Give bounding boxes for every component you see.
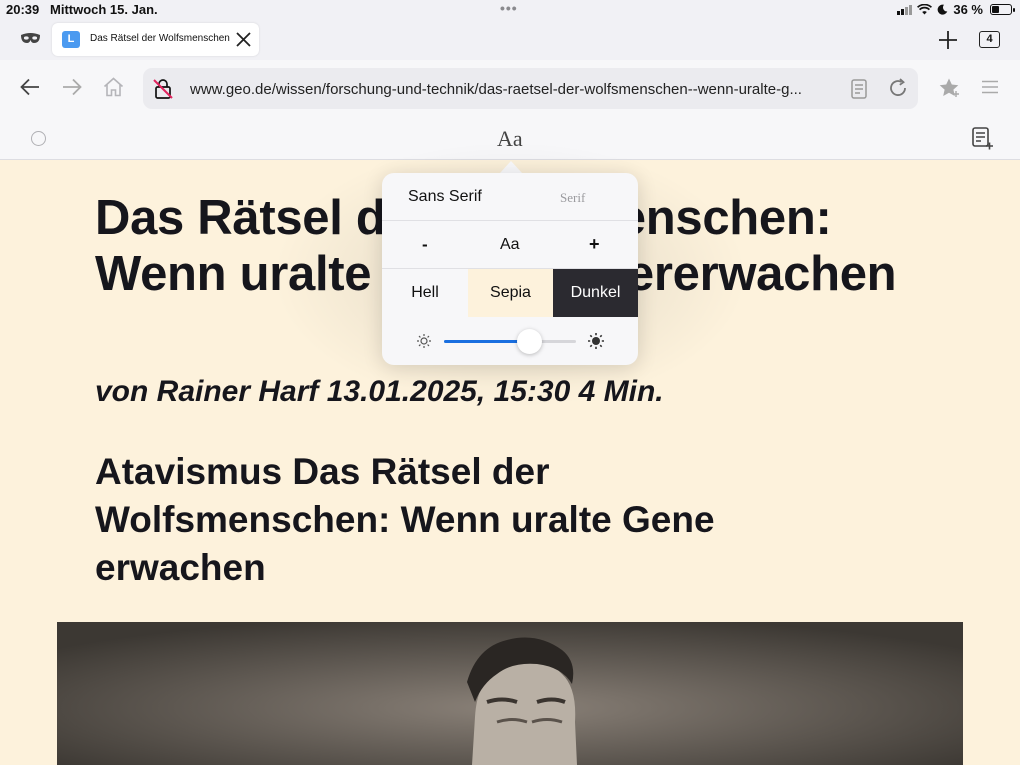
brightness-low-icon [417,334,431,348]
article-byline: von Rainer Harf 13.01.2025, 15:30 4 Min. [95,375,664,408]
text-settings-popover: Sans Serif Serif - Aa + Hell Sepia Dunke… [382,173,638,365]
reader-circle-icon[interactable] [31,131,46,146]
status-date: Mittwoch 15. Jan. [50,2,158,17]
brightness-slider-thumb[interactable] [517,329,543,354]
multitasking-dots-icon[interactable]: ••• [500,0,518,16]
reader-view-icon[interactable] [851,79,867,99]
home-icon[interactable] [103,77,124,97]
decrease-font-size-button[interactable]: - [422,235,428,255]
brightness-row [382,317,638,365]
tab-title: Das Rätsel der Wolfsmenschen [90,33,230,44]
article-photo [57,622,963,765]
reload-icon[interactable] [888,78,908,98]
menu-icon[interactable] [981,80,999,94]
tab-favicon: L [62,31,80,48]
brightness-high-icon [588,333,604,349]
url-field[interactable]: www.geo.de/wissen/forschung-und-technik/… [143,68,918,109]
font-serif-option[interactable]: Serif [560,190,585,206]
active-tab[interactable]: L Das Rätsel der Wolfsmenschen [52,23,259,56]
portrait-figure [57,622,963,765]
battery-percent: 36 % [953,2,983,17]
navigation-bar: www.geo.de/wissen/forschung-und-technik/… [0,60,1020,118]
theme-row: Hell Sepia Dunkel [382,269,638,317]
moon-icon [937,4,948,15]
increase-font-size-button[interactable]: + [589,234,600,255]
tab-count-button[interactable]: 4 [979,31,1000,48]
theme-sepia-button[interactable]: Sepia [468,269,553,317]
font-sans-serif-option[interactable]: Sans Serif [408,188,482,206]
battery-icon [990,4,1015,15]
font-size-row: - Aa + [382,221,638,269]
brightness-slider[interactable] [444,340,576,343]
url-text: www.geo.de/wissen/forschung-und-technik/… [190,81,802,98]
wifi-icon [917,4,933,15]
theme-dunkel-button[interactable]: Dunkel [553,269,638,317]
forward-arrow-icon[interactable] [62,78,82,96]
text-settings-button[interactable]: Aa [497,126,523,152]
status-bar: 20:39 Mittwoch 15. Jan. ••• 36 % [0,0,1020,20]
popover-arrow [500,161,522,173]
reader-toolbar: Aa [0,118,1020,160]
article-subtitle: Atavismus Das Rätsel der Wolfsmenschen: … [95,451,715,588]
theme-hell-button[interactable]: Hell [382,269,468,317]
status-time: 20:39 [6,2,40,17]
cellular-signal-icon [897,4,913,15]
add-to-reading-list-icon[interactable] [972,127,994,151]
font-family-row: Sans Serif Serif [382,173,638,221]
new-tab-plus-icon[interactable] [938,30,958,50]
back-arrow-icon[interactable] [20,78,40,96]
close-tab-icon[interactable] [235,31,252,48]
tab-bar: L Das Rätsel der Wolfsmenschen 4 [0,20,1020,60]
private-mask-icon[interactable] [20,32,41,45]
status-indicators: 36 % [897,2,1015,17]
bookmark-star-icon[interactable] [938,77,960,99]
font-size-label: Aa [500,236,520,253]
insecure-lock-icon[interactable] [151,77,175,101]
